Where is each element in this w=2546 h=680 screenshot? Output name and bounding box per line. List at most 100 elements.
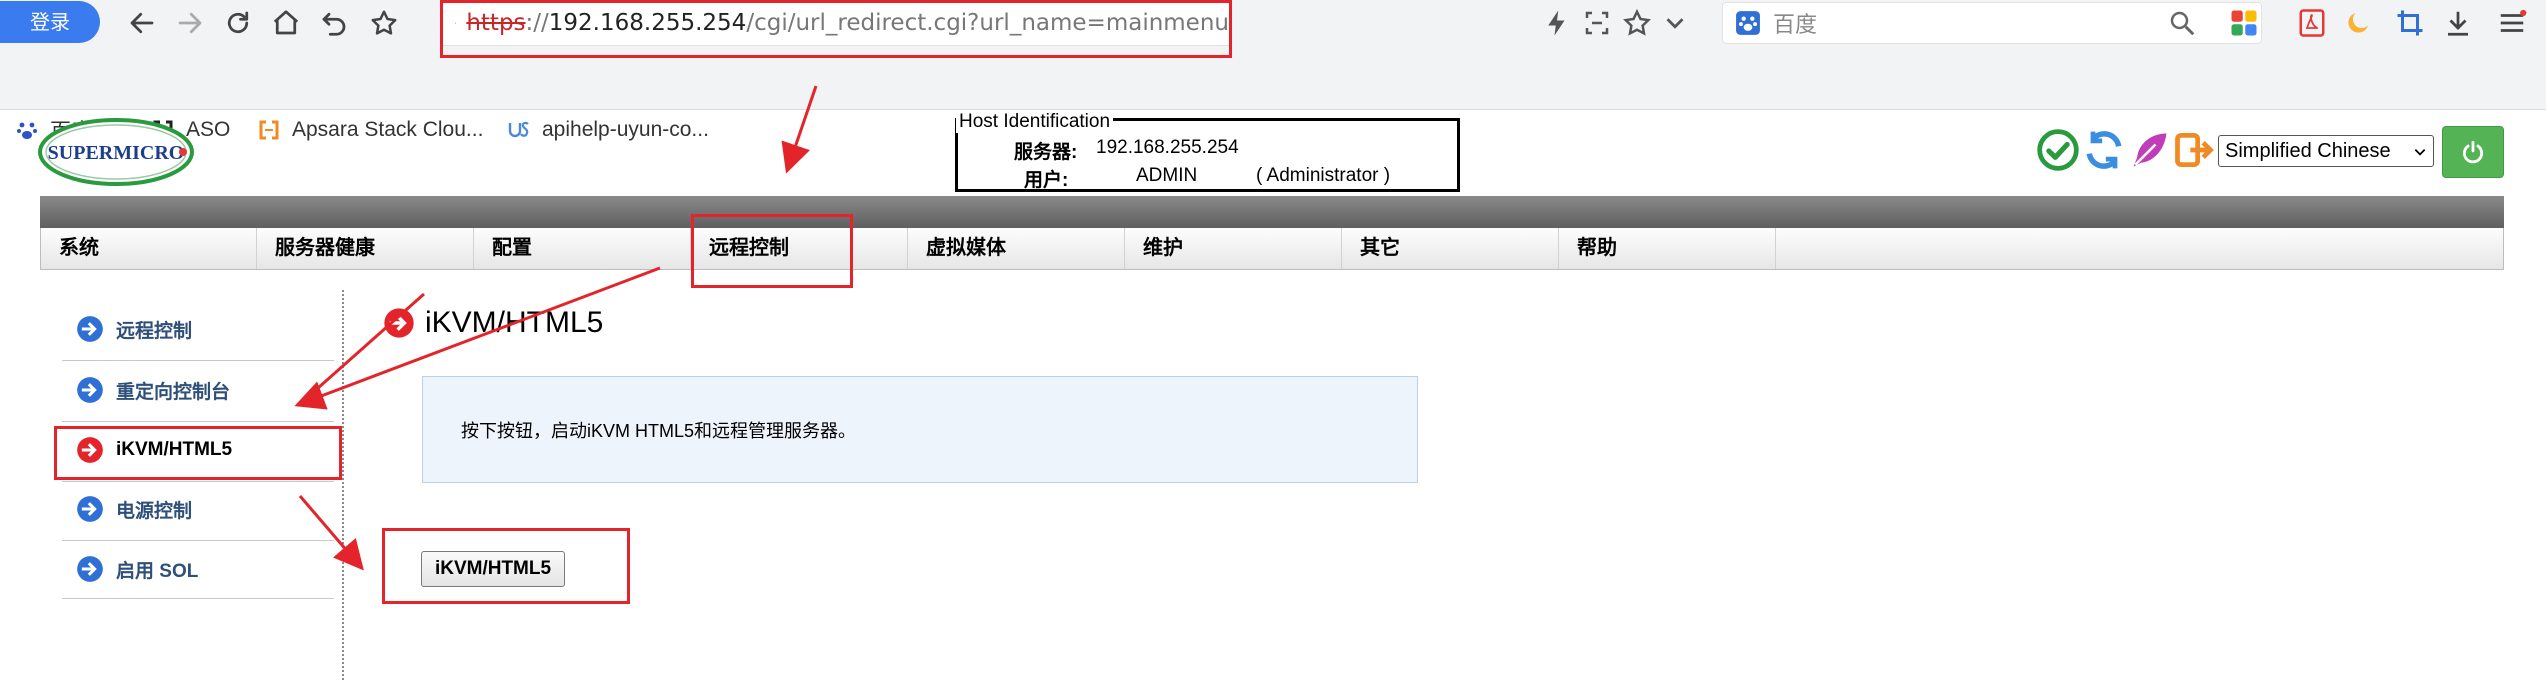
screenshot-icon [1585,11,1609,35]
nav-item-maintenance[interactable]: 维护 [1125,228,1342,269]
star-icon [371,10,397,35]
sidebar-item-label: iKVM/HTML5 [116,439,233,460]
url-path: /cgi/url_redirect.cgi?url_name=mainmenu [746,10,1229,36]
sidebar-item-ikvm-html5[interactable]: iKVM/HTML5 [62,421,334,479]
logout-icon[interactable] [2172,128,2216,172]
uyun-icon [506,117,532,143]
refresh-icon[interactable] [2082,128,2126,172]
download-button[interactable] [2436,2,2480,44]
nav-item-virtual-media[interactable]: 虚拟媒体 [908,228,1125,269]
dropdown-button[interactable] [1653,2,1697,44]
logo-text: SUPERMICRO [48,142,185,164]
arrow-circle-icon [77,316,103,342]
language-select[interactable]: Simplified Chinese [2218,135,2434,167]
arrow-circle-icon [77,377,103,403]
undo-icon [322,12,346,36]
forward-button[interactable] [168,2,212,44]
language-selected-value: Simplified Chinese [2225,139,2391,162]
arrow-circle-icon [77,556,103,582]
check-status-icon[interactable] [2036,128,2080,172]
bookmark-label: Apsara Stack Clou... [292,118,484,141]
nav-item-misc[interactable]: 其它 [1342,228,1559,269]
sidebar-item-enable-sol[interactable]: 启用 SOL [62,540,334,598]
info-panel: 按下按钮，启动iKVM HTML5和远程管理服务器。 [422,376,1418,483]
sidebar-divider [342,290,344,680]
launch-ikvm-button[interactable]: iKVM/HTML5 [421,551,565,587]
info-text: 按下按钮，启动iKVM HTML5和远程管理服务器。 [461,420,857,441]
address-bar[interactable]: https://192.168.255.254/cgi/url_redirect… [440,0,1230,46]
nav-strip [40,196,2504,228]
sidebar-item-label: 启用 SOL [116,560,199,582]
moon-icon [2348,13,2368,33]
feather-icon[interactable] [2128,128,2172,172]
lightning-icon [1548,10,1565,36]
sidebar-separator [62,598,334,599]
night-mode-button[interactable] [2336,2,2380,44]
nav-item-server-health[interactable]: 服务器健康 [257,228,474,269]
home-icon [273,10,299,35]
nav-item-configuration[interactable]: 配置 [474,228,691,269]
url-protocol: https [466,10,526,36]
page-title: iKVM/HTML5 [383,300,603,346]
apps-grid-icon [2231,10,2257,36]
sidebar-item-power-control[interactable]: 电源控制 [62,480,334,538]
server-value: 192.168.255.254 [1096,137,1239,158]
bookmarks-bar: 百度一下 ASO Apsara Stack Clou... apihelp-uy… [0,50,2546,143]
login-button[interactable]: 登录 [0,1,100,43]
search-placeholder: 百度 [1773,12,1818,37]
user-label: 用户: [1024,170,1069,191]
main-nav: 系统 服务器健康 配置 远程控制 虚拟媒体 维护 其它 帮助 [40,228,2504,270]
crop-button[interactable] [2388,2,2432,44]
download-icon [2448,11,2468,36]
sidebar-item-label: 重定向控制台 [116,381,231,403]
chevron-down-icon [1666,18,1684,29]
reload-button[interactable] [216,2,260,44]
not-secure-warning-icon [455,22,457,24]
sidebar-item-label: 电源控制 [116,500,193,522]
star-outline-icon [1623,8,1651,36]
host-identification-panel: Host Identification 服务器: 192.168.255.254… [955,111,1460,192]
hamburger-menu-icon [2500,9,2527,32]
pdf-button[interactable] [2290,2,2334,44]
search-button[interactable] [2160,2,2204,44]
sidebar-item-label: 远程控制 [116,320,193,342]
apps-button[interactable] [2222,2,2266,44]
bookmark-star-button[interactable] [362,2,406,44]
apsara-icon [256,117,282,143]
arrow-left-icon [130,12,154,34]
pdf-icon [2299,9,2325,37]
undo-button[interactable] [312,2,356,44]
nav-item-system[interactable]: 系统 [41,228,257,269]
url-host: 192.168.255.254 [548,10,747,36]
page-title-text: iKVM/HTML5 [425,306,604,339]
bookmark-uyun[interactable]: apihelp-uyun-co... [506,112,709,148]
search-icon [2170,11,2195,36]
supermicro-logo: SUPERMICRO [38,118,194,186]
crop-icon [2397,10,2423,36]
arrow-circle-active-icon [384,308,414,338]
nav-item-help[interactable]: 帮助 [1559,228,1776,269]
arrow-right-icon [178,12,202,34]
power-icon [2462,140,2484,164]
home-button[interactable] [264,2,308,44]
menu-button[interactable] [2490,2,2534,44]
baidu-paw-icon [1736,11,1760,35]
arrow-circle-active-icon [77,437,103,463]
server-label: 服务器: [1014,142,1078,163]
reload-icon [227,11,249,34]
lightning-button[interactable] [1535,2,1579,44]
nav-item-remote-control[interactable]: 远程控制 [691,228,908,269]
host-identification-legend: Host Identification [956,111,1114,133]
screenshot-button[interactable] [1575,2,1619,44]
sidebar-item-remote-control[interactable]: 远程控制 [62,300,334,358]
bookmark-apsara[interactable]: Apsara Stack Clou... [256,112,483,148]
sidebar-item-redirect-console[interactable]: 重定向控制台 [62,361,334,419]
chevron-down-icon [2414,149,2426,156]
user-value: ADMIN [1136,165,1198,186]
back-button[interactable] [120,2,164,44]
bookmark-label: apihelp-uyun-co... [542,118,709,141]
user-role: ( Administrator ) [1256,165,1391,186]
power-button[interactable] [2442,126,2504,178]
url-separator: :// [525,10,549,36]
arrow-circle-icon [77,496,103,522]
